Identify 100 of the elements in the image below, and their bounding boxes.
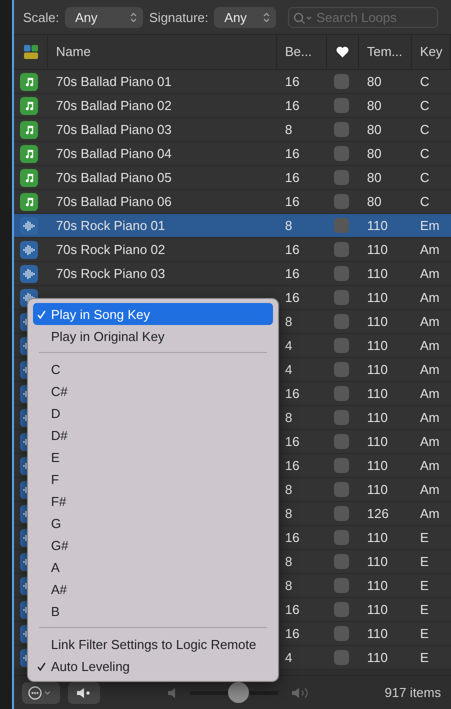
beats-cell-text: 8: [284, 410, 294, 425]
key-cell-text: E: [419, 578, 430, 593]
key-cell-text: Am: [419, 482, 440, 497]
loop-name: 70s Ballad Piano 02: [55, 98, 173, 113]
key-cell-text: Am: [419, 266, 440, 281]
loop-row[interactable]: 70s Ballad Piano 03 8 80 C: [14, 118, 451, 142]
tempo-cell-text: 80: [366, 98, 382, 113]
menu-item[interactable]: Play in Original Key: [33, 325, 273, 347]
beats-cell-text: 16: [284, 530, 300, 545]
loop-row[interactable]: 70s Ballad Piano 02 16 80 C: [14, 94, 451, 118]
loop-row[interactable]: 70s Ballad Piano 01 16 80 C: [14, 70, 451, 94]
key-cell-text: Am: [419, 362, 440, 377]
loop-row[interactable]: 70s Ballad Piano 04 16 80 C: [14, 142, 451, 166]
menu-item[interactable]: G: [33, 512, 273, 534]
key-cell-text: Am: [419, 410, 440, 425]
beats-cell-text: 16: [284, 266, 300, 281]
tempo-cell-text: 110: [366, 602, 389, 617]
signature-label: Signature:: [149, 10, 208, 24]
beats-cell-text: 16: [284, 194, 300, 209]
menu-item[interactable]: Link Filter Settings to Logic Remote: [33, 633, 273, 655]
beats-cell-text: 16: [284, 74, 300, 89]
beats-cell-text: 8: [284, 218, 294, 233]
column-header[interactable]: Tem...: [359, 35, 412, 69]
tempo-cell-text: 110: [366, 434, 389, 449]
menu-item[interactable]: A#: [33, 578, 273, 600]
key-cell-text: Am: [419, 506, 440, 521]
key-cell-text: E: [419, 530, 430, 545]
key-cell-text: C: [419, 74, 430, 89]
loop-row[interactable]: 70s Ballad Piano 06 16 80 C: [14, 190, 451, 214]
loop-name: 70s Ballad Piano 03: [55, 122, 173, 137]
tempo-cell-text: 110: [366, 290, 389, 305]
tempo-cell-text: 110: [366, 314, 389, 329]
beats-cell-text: 16: [284, 170, 300, 185]
menu-item[interactable]: F#: [33, 490, 273, 512]
tempo-cell-text: 110: [366, 578, 389, 593]
loop-name: 70s Ballad Piano 04: [55, 146, 173, 161]
loop-row[interactable]: 70s Rock Piano 01 8 110 Em: [14, 214, 451, 238]
key-cell-text: Am: [419, 314, 440, 329]
key-cell-text: E: [419, 554, 430, 569]
menu-item[interactable]: C#: [33, 380, 273, 402]
scale-dropdown[interactable]: Any: [65, 6, 144, 28]
tempo-cell-text: 110: [366, 650, 389, 665]
tempo-cell-text: 126: [366, 506, 390, 521]
menu-item[interactable]: C: [33, 358, 273, 380]
tempo-cell-text: 80: [366, 146, 382, 161]
column-header[interactable]: Key: [412, 35, 451, 69]
menu-item[interactable]: D: [33, 402, 273, 424]
tempo-cell-text: 110: [366, 386, 389, 401]
tempo-cell-text: 110: [366, 410, 389, 425]
tempo-cell-text: 80: [366, 122, 382, 137]
beats-cell-text: 16: [284, 626, 300, 641]
loop-row[interactable]: 70s Ballad Piano 05 16 80 C: [14, 166, 451, 190]
loop-name: 70s Ballad Piano 01: [55, 74, 173, 89]
loop-name: 70s Ballad Piano 06: [55, 194, 173, 209]
key-cell-text: Am: [419, 242, 440, 257]
tempo-cell-text: 80: [366, 74, 382, 89]
tempo-cell-text: 110: [366, 626, 389, 641]
tempo-cell-text: 110: [366, 338, 389, 353]
loop-name: 70s Rock Piano 02: [55, 242, 166, 257]
key-cell-text: C: [419, 170, 430, 185]
beats-cell-text: 16: [284, 98, 300, 113]
loop-name: 70s Ballad Piano 05: [55, 170, 173, 185]
beats-cell-text: 8: [284, 482, 294, 497]
key-cell-text: Am: [419, 458, 440, 473]
menu-item[interactable]: D#: [33, 424, 273, 446]
key-cell-text: Am: [419, 386, 440, 401]
key-cell-text: Am: [419, 434, 440, 449]
tempo-cell-text: 110: [366, 242, 389, 257]
beats-cell-text: 8: [284, 578, 294, 593]
menu-item[interactable]: A: [33, 556, 273, 578]
tempo-cell-text: 110: [366, 362, 389, 377]
menu-item[interactable]: E: [33, 446, 273, 468]
beats-cell-text: 16: [284, 242, 300, 257]
column-header[interactable]: Name: [48, 35, 277, 69]
beats-cell-text: 16: [284, 602, 300, 617]
beats-cell-text: 8: [284, 506, 294, 521]
beats-cell-text: 4: [284, 338, 294, 353]
menu-item[interactable]: G#: [33, 534, 273, 556]
menu-item[interactable]: F: [33, 468, 273, 490]
key-cell-text: Em: [419, 218, 440, 233]
menu-item[interactable]: Play in Song Key: [33, 303, 273, 325]
menu-item[interactable]: B: [33, 600, 273, 622]
signature-dropdown[interactable]: Any: [214, 6, 276, 28]
tempo-cell-text: 80: [366, 170, 382, 185]
beats-cell-text: 16: [284, 146, 300, 161]
beats-cell-text: 8: [284, 554, 294, 569]
loop-name: 70s Rock Piano 01: [55, 218, 166, 233]
beats-cell-text: 16: [284, 290, 300, 305]
beats-cell-text: 8: [284, 314, 294, 329]
beats-cell-text: 16: [284, 386, 300, 401]
tempo-cell-text: 110: [366, 266, 389, 281]
column-header[interactable]: Be...: [277, 35, 327, 69]
key-cell-text: Am: [419, 338, 440, 353]
loop-row[interactable]: 70s Rock Piano 02 16 110 Am: [14, 238, 451, 262]
tempo-cell-text: 110: [366, 458, 389, 473]
key-cell-text: C: [419, 122, 430, 137]
loop-row[interactable]: 70s Rock Piano 03 16 110 Am: [14, 262, 451, 286]
menu-item[interactable]: Auto Leveling: [33, 655, 273, 677]
tempo-cell-text: 110: [366, 554, 389, 569]
tempo-cell-text: 80: [366, 194, 382, 209]
